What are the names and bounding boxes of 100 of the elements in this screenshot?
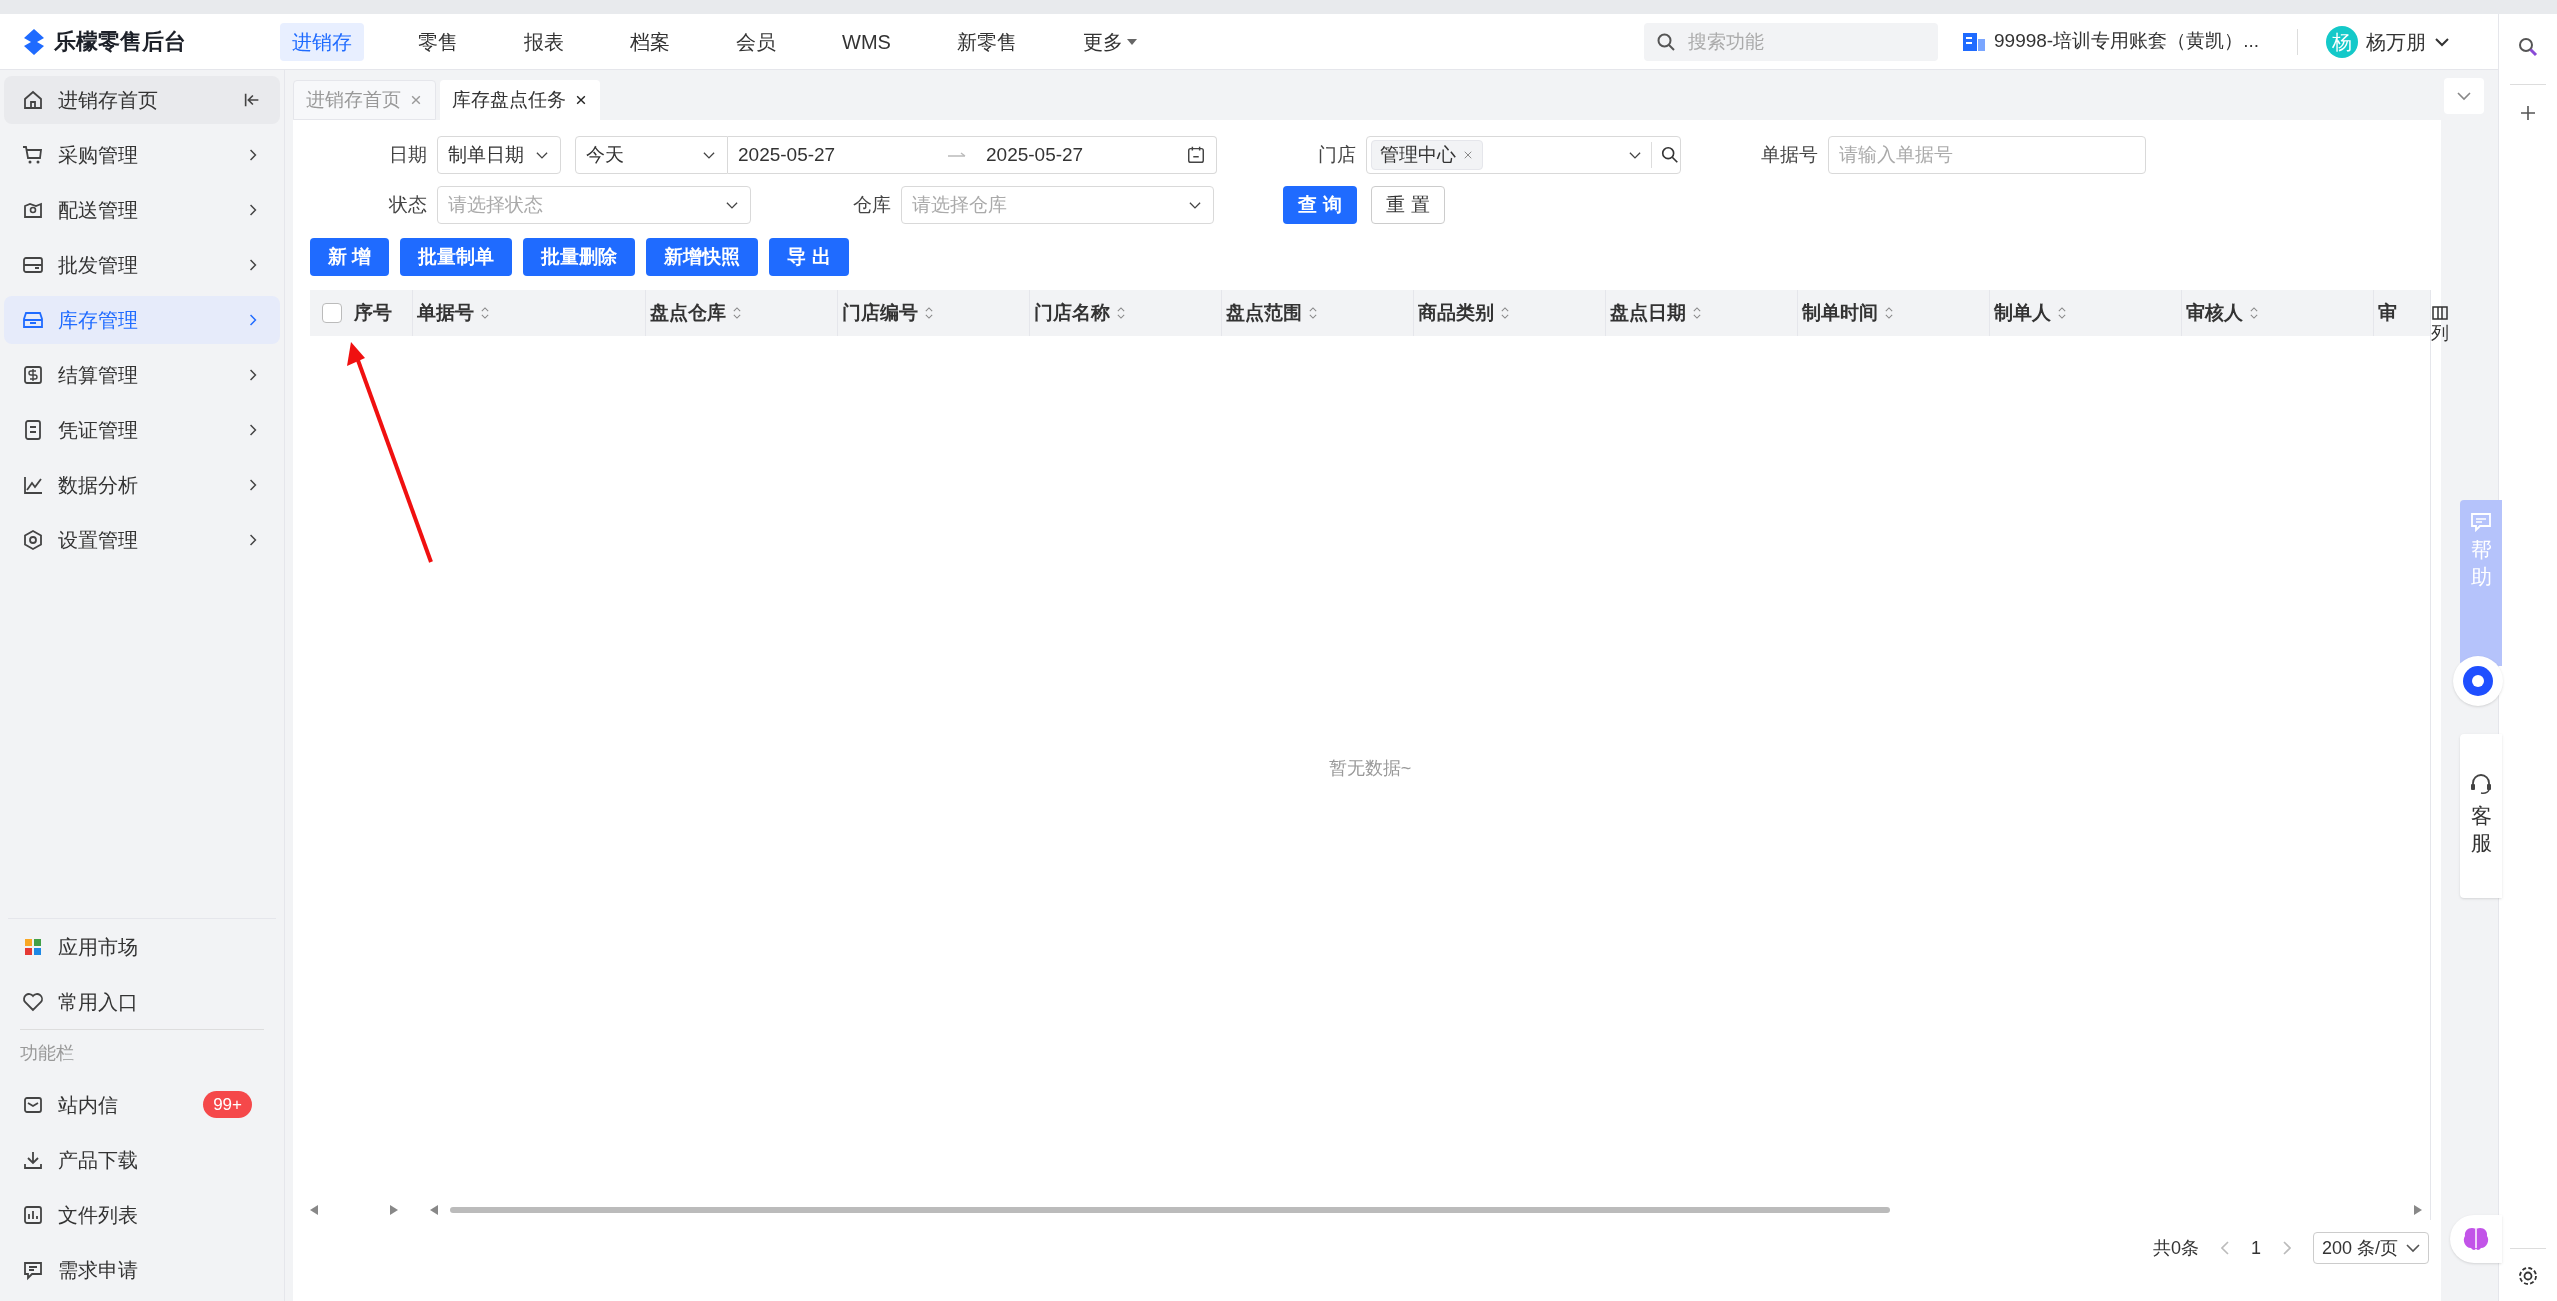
nav-tab[interactable]: 进销存 [280,22,364,61]
field-label: 门店 [1317,142,1357,167]
section-label: 功能栏 [19,1042,75,1065]
sort-icon [1306,306,1320,320]
calendar-icon [1186,145,1206,165]
nav-tab[interactable]: WMS [830,22,903,61]
reset-button[interactable]: 重 置 [1371,186,1445,224]
remove-icon [1462,149,1474,161]
message-icon [2470,512,2492,532]
field-label: 仓库 [852,192,892,217]
chat-bubble-icon[interactable] [2453,656,2503,706]
select-all-checkbox[interactable] [322,303,342,323]
store-select[interactable]: 管理中心 [1366,136,1681,174]
action-button[interactable]: 新 增 [310,238,390,276]
column-header[interactable]: 制单时间 [1797,290,1989,336]
page-size-select[interactable]: 200 条/页 [2312,1232,2429,1264]
action-button[interactable]: 批量删除 [523,238,636,276]
sidebar-item[interactable]: 配送管理 [4,186,280,234]
chevron-down-icon [2406,1243,2420,1253]
total-count: 共0条 [2152,1236,2199,1260]
nav-tab[interactable]: 报表 [512,22,576,61]
sidebar-item[interactable]: 应用市场 [4,919,280,974]
column-header[interactable]: 盘点日期 [1605,290,1797,336]
brain-icon[interactable] [2462,1226,2490,1252]
wallet-icon [22,254,44,276]
sidebar-item[interactable]: 库存管理 [4,296,280,344]
user-name[interactable]: 杨万朋 [2366,26,2426,57]
bar-chart-icon [22,1203,44,1226]
close-icon [409,93,423,107]
sidebar-item[interactable]: 进销存首页 [4,76,280,124]
tabs-dropdown-button[interactable] [2444,78,2484,114]
nav-tab[interactable]: 零售 [406,22,470,61]
scroll-left-icon[interactable] [430,1205,438,1215]
column-header[interactable]: 门店编号 [837,290,1029,336]
sidebar-item[interactable]: 批发管理 [4,241,280,289]
sidebar-item[interactable]: 站内信 99+ [4,1077,280,1132]
close-icon [574,93,588,107]
sidebar-item[interactable]: 常用入口 [4,974,280,1029]
document-number-field[interactable]: 请输入单据号 [1828,136,2146,174]
sort-icon [730,306,744,320]
column-header[interactable]: 盘点范围 [1221,290,1413,336]
caret-icon [1126,38,1137,45]
sort-icon [2055,306,2069,320]
page-tab[interactable]: 库存盘点任务 [440,80,600,120]
sidebar-item[interactable]: 凭证管理 [4,406,280,454]
search-icon[interactable] [2517,36,2539,58]
nav-tab[interactable]: 档案 [618,22,682,61]
column-header[interactable]: 门店名称 [1029,290,1221,336]
sidebar-item[interactable]: 设置管理 [4,516,280,564]
column-header[interactable]: 商品类别 [1413,290,1605,336]
sidebar-item[interactable]: 产品下载 [4,1132,280,1187]
action-button[interactable]: 导 出 [769,238,849,276]
chevron-down-icon[interactable] [2434,36,2450,47]
action-button[interactable]: 新增快照 [646,238,759,276]
sort-icon [1114,306,1128,320]
next-page-icon[interactable] [2282,1241,2291,1255]
column-header[interactable]: 单据号 [412,290,645,336]
date-type-select[interactable]: 制单日期 [437,136,561,174]
page-number[interactable]: 1 [2250,1234,2261,1262]
sidebar-item[interactable]: 数据分析 [4,461,280,509]
settings-icon[interactable] [2517,1265,2539,1287]
nav-tab[interactable]: 更多 [1070,22,1149,61]
sort-icon [2247,306,2261,320]
account-selector[interactable]: 99998-培训专用账套（黄凯）... [1994,27,2259,56]
sidebar-item[interactable]: 需求申请 [4,1242,280,1297]
hexagon-icon [22,529,44,551]
app-title: 乐檬零售后台 [54,28,186,56]
date-preset-select[interactable]: 今天 [575,136,728,174]
store-tag[interactable]: 管理中心 [1371,140,1483,170]
query-button[interactable]: 查 询 [1283,186,1357,224]
sort-icon [1690,306,1704,320]
field-label: 状态 [388,192,428,217]
columns-icon[interactable] [2432,306,2448,320]
previous-page-icon[interactable] [2220,1241,2229,1255]
scroll-right-icon[interactable] [2414,1205,2422,1215]
customer-service-panel[interactable]: 客服 [2460,734,2502,898]
heart-icon [22,990,44,1013]
nav-tab[interactable]: 会员 [724,22,788,61]
action-button[interactable]: 批量制单 [400,238,513,276]
date-range-field[interactable]: 2025-05-27 2025-05-27 [728,136,1217,174]
sidebar-item[interactable]: 结算管理 [4,351,280,399]
scroll-left-icon[interactable] [310,1205,318,1215]
field-label: 日期 [388,142,428,167]
search-field[interactable]: 搜索功能 [1644,22,1938,61]
column-header[interactable]: 审核人 [2181,290,2373,336]
column-header[interactable]: 制单人 [1989,290,2181,336]
count-badge: 99+ [203,1091,252,1118]
column-header[interactable]: 盘点仓库 [645,290,837,336]
column-settings-label[interactable]: 列 [2431,320,2449,347]
inbox-icon [22,309,44,331]
plus-icon[interactable] [2520,105,2536,121]
arrow-right-icon [948,152,966,158]
column-header[interactable]: 序号 [354,290,412,336]
dollar-icon [22,364,44,386]
nav-tab[interactable]: 新零售 [944,22,1029,61]
sidebar-item[interactable]: 文件列表 [4,1187,280,1242]
scroll-right-icon[interactable] [390,1205,398,1215]
sidebar-item[interactable]: 采购管理 [4,131,280,179]
document-icon [22,419,44,441]
empty-message: 暂无数据~ [1328,756,1412,780]
